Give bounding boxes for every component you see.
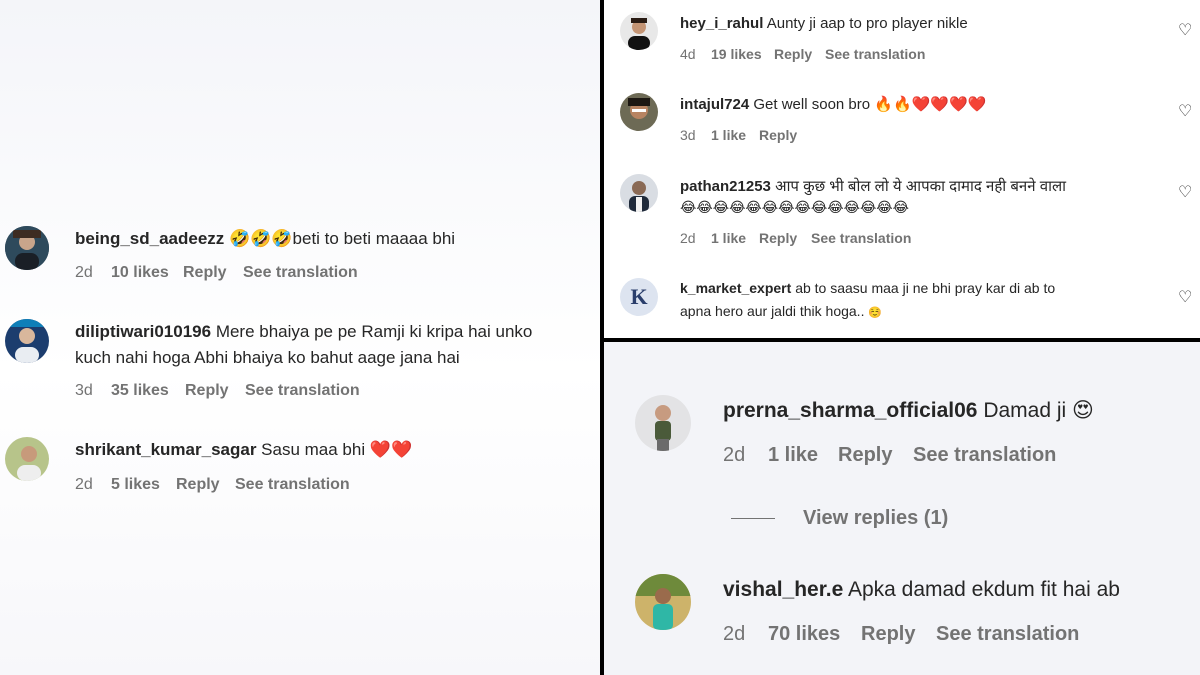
comments-panel-bottom-right: prerna_sharma_official06 Damad ji 😍 2d 1… — [604, 342, 1200, 675]
comment-line: kuch nahi hoga Abhi bhaiya ko bahut aage… — [75, 348, 460, 368]
like-heart-icon[interactable]: ♡ — [1178, 182, 1192, 201]
avatar[interactable]: K — [620, 278, 658, 316]
username[interactable]: intajul724 — [680, 96, 749, 113]
reply-button[interactable]: Reply — [759, 230, 811, 246]
like-heart-icon[interactable]: ♡ — [1178, 20, 1192, 39]
comment-meta: 2d 1 like Reply See translation — [680, 230, 911, 246]
comment-text: Aunty ji aap to pro player nikle — [766, 15, 968, 32]
timestamp: 3d — [75, 382, 93, 399]
avatar[interactable] — [620, 174, 658, 212]
laughing-emoji: 😂😂😂😂😂😂😂😂😂😂😂😂😂😂 — [680, 200, 910, 216]
emoji: 🔥🔥❤️❤️❤️❤️ — [874, 95, 987, 113]
comment-text: Sasu maa bhi — [261, 440, 366, 459]
likes-count[interactable]: 19 likes — [711, 46, 774, 62]
avatar[interactable] — [5, 226, 49, 270]
comment-meta: 2d 70 likes Reply See translation — [723, 623, 1079, 646]
comment-line: apna hero aur jaldi thik hoga.. ☺️ — [680, 303, 882, 319]
comment-line: pathan21253 आप कुछ भी बोल लो ये आपका दाम… — [680, 176, 1066, 196]
comment-line: k_market_expert ab to saasu maa ji ne bh… — [680, 280, 1055, 296]
username[interactable]: k_market_expert — [680, 280, 791, 296]
avatar[interactable] — [635, 395, 691, 451]
avatar[interactable] — [5, 319, 49, 363]
timestamp: 3d — [680, 127, 696, 143]
comment-meta: 4d 19 likes Reply See translation — [680, 46, 925, 62]
smile-emoji: ☺️ — [868, 306, 883, 319]
comment-text: Apka damad ekdum fit hai ab — [847, 578, 1120, 601]
comments-panel-left: being_sd_aadeezz 🤣🤣🤣beti to beti maaaa b… — [0, 0, 600, 675]
heart-emoji: ❤️❤️ — [369, 440, 413, 460]
avatar[interactable] — [620, 12, 658, 50]
reply-button[interactable]: Reply — [861, 623, 936, 646]
comment-meta: 2d 10 likes Reply See translation — [75, 264, 358, 282]
comment-line: being_sd_aadeezz 🤣🤣🤣beti to beti maaaa b… — [75, 229, 455, 249]
like-heart-icon[interactable]: ♡ — [1178, 101, 1192, 120]
comment-text: beti to beti maaaa bhi — [292, 229, 456, 248]
likes-count[interactable]: 5 likes — [111, 476, 176, 494]
likes-count[interactable]: 70 likes — [768, 623, 861, 646]
timestamp: 2d — [723, 623, 746, 645]
likes-count[interactable]: 35 likes — [111, 382, 185, 400]
comment-text: ab to saasu maa ji ne bhi pray kar di ab… — [795, 280, 1056, 296]
see-translation-link[interactable]: See translation — [913, 444, 1056, 467]
comment-line: 😂😂😂😂😂😂😂😂😂😂😂😂😂😂 — [680, 199, 909, 216]
likes-count[interactable]: 1 like — [711, 127, 759, 143]
likes-count[interactable]: 1 like — [768, 444, 838, 467]
timestamp: 2d — [723, 444, 746, 466]
comment-meta: 3d 35 likes Reply See translation — [75, 382, 360, 400]
comment-line: vishal_her.e Apka damad ekdum fit hai ab — [723, 578, 1120, 602]
comment-text: kuch nahi hoga Abhi bhaiya ko bahut aage… — [75, 348, 460, 367]
username[interactable]: pathan21253 — [680, 178, 771, 195]
see-translation-link[interactable]: See translation — [825, 46, 925, 62]
timestamp: 2d — [75, 476, 93, 493]
timestamp: 4d — [680, 46, 696, 62]
username[interactable]: hey_i_rahul — [680, 15, 763, 32]
replies-divider — [731, 517, 775, 520]
comment-line: diliptiwari010196 Mere bhaiya pe pe Ramj… — [75, 322, 532, 342]
timestamp: 2d — [75, 264, 93, 281]
timestamp: 2d — [680, 230, 696, 246]
comment-meta: 2d 5 likes Reply See translation — [75, 476, 350, 494]
avatar[interactable] — [620, 93, 658, 131]
comment-text: apna hero aur jaldi thik hoga.. — [680, 303, 865, 319]
heart-eyes-emoji: 😍 — [1072, 398, 1094, 422]
view-replies-label: View replies (1) — [803, 507, 949, 529]
comment-text: आप कुछ भी बोल लो ये आपका दामाद नही बनने … — [775, 178, 1067, 195]
reply-button[interactable]: Reply — [759, 127, 797, 143]
comment-line: intajul724 Get well soon bro 🔥🔥❤️❤️❤️❤️ — [680, 95, 986, 113]
username[interactable]: shrikant_kumar_sagar — [75, 440, 256, 459]
comment-meta: 2d 1 like Reply See translation — [723, 444, 1056, 467]
see-translation-link[interactable]: See translation — [811, 230, 911, 246]
comments-panel-top-right: hey_i_rahul Aunty ji aap to pro player n… — [604, 0, 1200, 338]
avatar[interactable] — [5, 437, 49, 481]
emoji: 🤣🤣🤣 — [229, 229, 293, 249]
collage: being_sd_aadeezz 🤣🤣🤣beti to beti maaaa b… — [0, 0, 1200, 675]
username[interactable]: prerna_sharma_official06 — [723, 399, 977, 422]
comment-text: Get well soon bro — [753, 96, 871, 113]
avatar-letter: K — [630, 284, 648, 309]
avatar[interactable] — [635, 574, 691, 630]
see-translation-link[interactable]: See translation — [243, 264, 358, 282]
comment-text: Damad ji — [983, 399, 1067, 422]
reply-button[interactable]: Reply — [183, 264, 243, 282]
comment-text: Mere bhaiya pe pe Ramji ki kripa hai unk… — [215, 322, 533, 341]
see-translation-link[interactable]: See translation — [235, 476, 350, 494]
reply-button[interactable]: Reply — [838, 444, 913, 467]
reply-button[interactable]: Reply — [774, 46, 825, 62]
view-replies-button[interactable]: View replies (1) — [731, 507, 948, 530]
see-translation-link[interactable]: See translation — [245, 382, 360, 400]
comment-line: hey_i_rahul Aunty ji aap to pro player n… — [680, 15, 968, 32]
likes-count[interactable]: 1 like — [711, 230, 759, 246]
username[interactable]: vishal_her.e — [723, 578, 843, 601]
comment-meta: 3d 1 like Reply — [680, 127, 797, 143]
reply-button[interactable]: Reply — [185, 382, 245, 400]
comment-line: prerna_sharma_official06 Damad ji 😍 — [723, 398, 1094, 423]
reply-button[interactable]: Reply — [176, 476, 235, 494]
comment-line: shrikant_kumar_sagar Sasu maa bhi ❤️❤️ — [75, 440, 412, 460]
like-heart-icon[interactable]: ♡ — [1178, 287, 1192, 306]
see-translation-link[interactable]: See translation — [936, 623, 1079, 646]
username[interactable]: being_sd_aadeezz — [75, 229, 224, 248]
username[interactable]: diliptiwari010196 — [75, 322, 211, 341]
likes-count[interactable]: 10 likes — [111, 264, 183, 282]
